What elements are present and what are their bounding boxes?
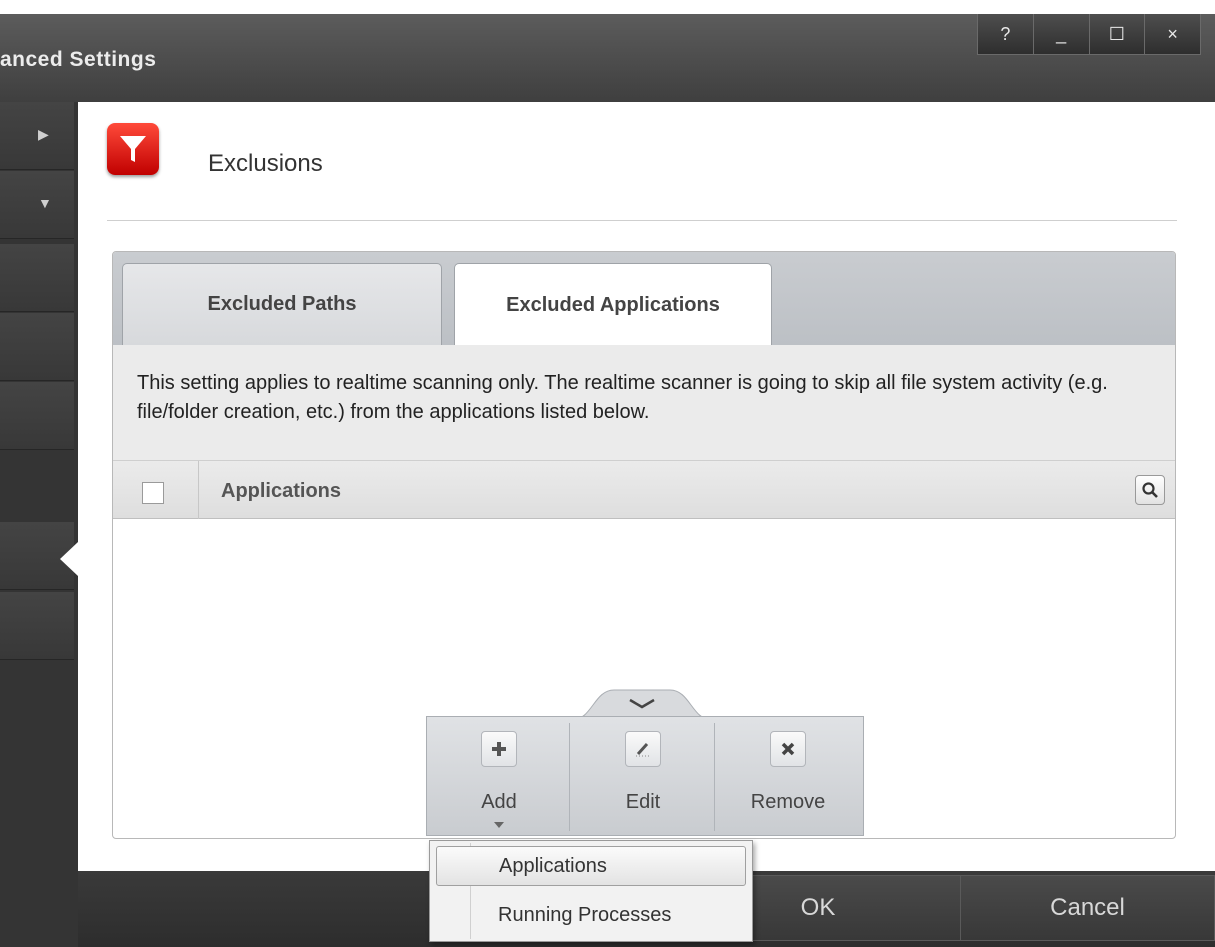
toolbar-separator	[569, 723, 570, 831]
pencil-icon	[625, 731, 661, 767]
content-panel: Exclusions Excluded Paths Excluded Appli…	[78, 102, 1215, 871]
minimize-button[interactable]: _	[1032, 14, 1089, 54]
action-toolbar: Add Edit Remove	[426, 688, 864, 836]
selected-pointer-icon	[60, 542, 78, 576]
add-label: Add	[481, 791, 517, 813]
add-button[interactable]: Add	[427, 717, 571, 835]
chevron-down-icon	[494, 822, 504, 828]
header-divider	[107, 220, 1177, 221]
settings-window: anced Settings ? _ ☐ × ▶ ▼ Exclusions Ex…	[0, 14, 1215, 947]
expand-arrow-icon: ▶	[38, 126, 49, 142]
edit-label: Edit	[625, 791, 661, 813]
column-divider	[198, 461, 199, 519]
column-applications: Applications	[221, 480, 342, 502]
sidebar-item-5[interactable]	[0, 382, 74, 450]
toolbar-separator	[714, 723, 715, 831]
close-x-icon	[770, 731, 806, 767]
edit-button[interactable]: Edit	[571, 717, 715, 835]
remove-button[interactable]: Remove	[716, 717, 860, 835]
filter-icon	[107, 123, 159, 175]
maximize-button[interactable]: ☐	[1088, 14, 1145, 54]
sidebar-item-2[interactable]: ▼	[0, 171, 74, 239]
table-header: Applications	[113, 460, 1175, 519]
tab-strip: Excluded Paths Excluded Applications	[113, 252, 1175, 346]
search-icon[interactable]	[1135, 475, 1165, 505]
tab-excluded-applications[interactable]: Excluded Applications	[454, 263, 772, 346]
menu-item-running-processes[interactable]: Running Processes	[436, 895, 746, 935]
close-button[interactable]: ×	[1144, 14, 1200, 54]
sidebar: ▶ ▼	[0, 102, 78, 947]
title-bar: anced Settings ? _ ☐ ×	[0, 14, 1215, 102]
description-text: This setting applies to realtime scannin…	[113, 345, 1175, 460]
toolbar-body: Add Edit Remove	[426, 716, 864, 836]
sidebar-item-7[interactable]	[0, 592, 74, 660]
sidebar-item-4[interactable]	[0, 313, 74, 381]
sidebar-item-3[interactable]	[0, 244, 74, 312]
page-title: Exclusions	[208, 150, 323, 177]
plus-icon	[481, 731, 517, 767]
add-dropdown-menu: Applications Running Processes	[429, 840, 753, 942]
collapse-arrow-icon: ▼	[38, 195, 52, 211]
tab-excluded-paths[interactable]: Excluded Paths	[122, 263, 442, 345]
sidebar-item-1[interactable]: ▶	[0, 102, 74, 170]
window-title: anced Settings	[0, 48, 157, 71]
remove-label: Remove	[750, 791, 826, 813]
select-all-checkbox[interactable]	[142, 482, 164, 504]
cancel-button[interactable]: Cancel	[960, 875, 1215, 941]
menu-item-applications[interactable]: Applications	[436, 846, 746, 886]
window-controls: ? _ ☐ ×	[977, 14, 1201, 55]
help-button[interactable]: ?	[978, 14, 1033, 54]
